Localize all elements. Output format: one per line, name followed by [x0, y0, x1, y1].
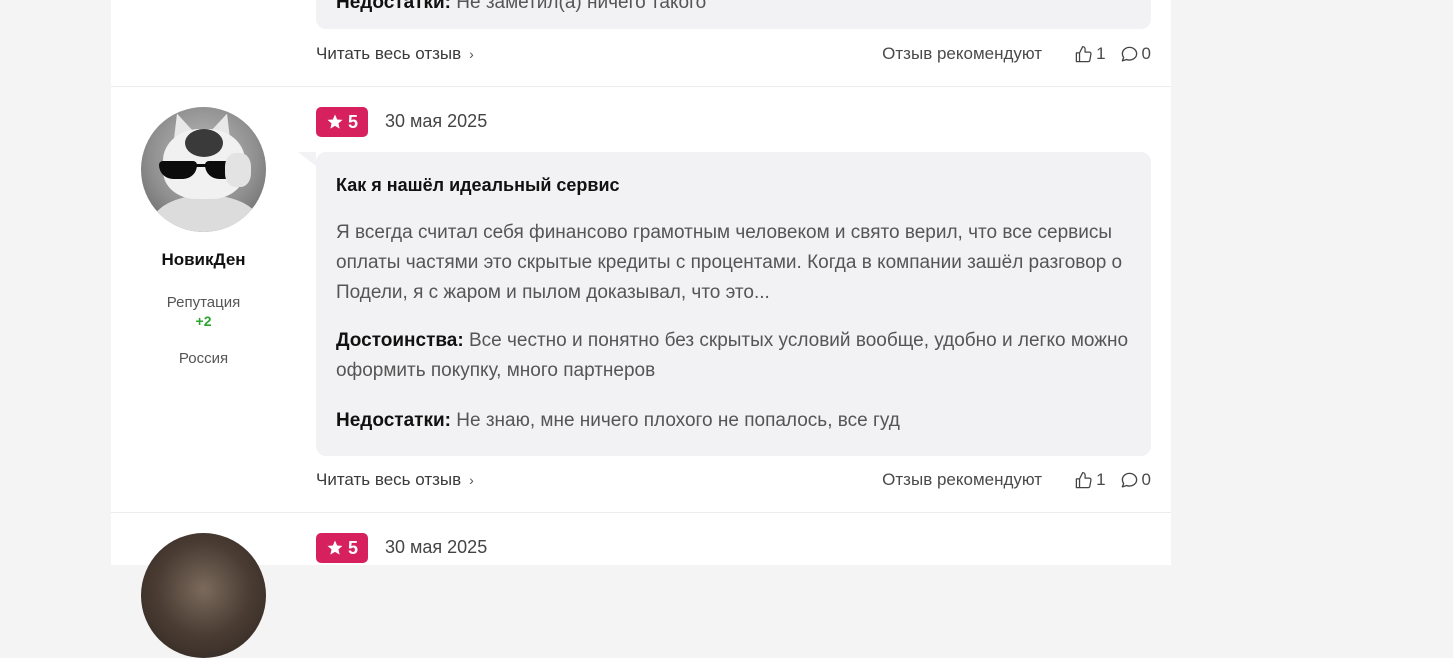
review-bubble: Как я нашёл идеальный сервис Я всегда сч… — [298, 152, 1151, 456]
rating-value: 5 — [347, 111, 358, 132]
review-reactions: Отзыв рекомендуют 1 0 — [882, 470, 1151, 490]
review-date: 30 мая 2025 — [385, 111, 488, 131]
reviews-list: Недостатки: Не заметил(а) ничего такого … — [111, 0, 1171, 658]
thumbs-up-icon — [1075, 471, 1092, 488]
comment-icon — [1121, 472, 1137, 488]
like-button[interactable]: 1 — [1074, 470, 1106, 490]
star-icon — [327, 540, 343, 555]
review-cons: Недостатки: Не знаю, мне ничего плохого … — [336, 406, 1131, 436]
review-cons: Недостатки: Не заметил(а) ничего такого — [336, 0, 706, 16]
cons-text: Не заметил(а) ничего такого — [456, 0, 707, 13]
cons-text: Не знаю, мне ничего плохого не попалось,… — [456, 410, 900, 431]
reputation-label: Репутация — [166, 294, 241, 311]
cons-label: Недостатки: — [336, 410, 451, 431]
recommend-label: Отзыв рекомендуют — [882, 44, 1043, 63]
read-more-label: Читать весь отзыв — [316, 470, 462, 489]
read-more-label: Читать весь отзыв — [316, 44, 462, 63]
comment-button[interactable]: 0 — [1120, 44, 1151, 64]
review-item-previous: Недостатки: Не заметил(а) ничего такого … — [111, 0, 1171, 86]
review-footer: Читать весь отзыв › Отзыв рекомендуют 1 … — [316, 470, 1151, 494]
review-pros: Достоинства: Все честно и понятно без ск… — [336, 326, 1131, 386]
read-more-link[interactable]: Читать весь отзыв › — [316, 44, 474, 64]
review-footer: Читать весь отзыв › Отзыв рекомендуют 1 … — [316, 44, 1151, 68]
review-title[interactable]: Как я нашёл идеальный сервис — [336, 172, 1131, 198]
review-reactions: Отзыв рекомендуют 1 0 — [882, 44, 1151, 64]
reputation-value: +2 — [195, 313, 212, 329]
review-bubble: Недостатки: Не заметил(а) ничего такого — [316, 0, 1151, 29]
rating-badge: 5 — [316, 107, 368, 137]
chevron-right-icon: › — [469, 46, 474, 62]
comment-count: 0 — [1141, 44, 1151, 63]
chevron-right-icon: › — [469, 472, 474, 488]
like-button[interactable]: 1 — [1074, 44, 1106, 64]
avatar[interactable] — [141, 107, 266, 232]
star-icon — [327, 114, 343, 129]
avatar[interactable] — [141, 533, 266, 658]
comment-count: 0 — [1141, 470, 1151, 489]
pros-label: Достоинства: — [336, 330, 464, 351]
comment-button[interactable]: 0 — [1120, 470, 1151, 490]
comment-icon — [1121, 46, 1137, 62]
rating-value: 5 — [347, 537, 358, 558]
like-count: 1 — [1096, 470, 1106, 489]
cons-label: Недостатки: — [336, 0, 451, 13]
review-date: 30 мая 2025 — [385, 537, 488, 557]
review-item: НовикДен Репутация +2 Россия 5 30 мая 20… — [111, 87, 1171, 512]
rating-badge: 5 — [316, 533, 368, 563]
author-name[interactable]: НовикДен — [111, 250, 296, 270]
author-country: Россия — [178, 350, 229, 367]
recommend-label: Отзыв рекомендуют — [882, 470, 1043, 489]
review-item-next: 5 30 мая 2025 — [111, 513, 1171, 658]
review-text: Я всегда считал себя финансово грамотным… — [336, 222, 1123, 303]
thumbs-up-icon — [1075, 45, 1092, 62]
like-count: 1 — [1096, 44, 1106, 63]
read-more-link[interactable]: Читать весь отзыв › — [316, 470, 474, 490]
